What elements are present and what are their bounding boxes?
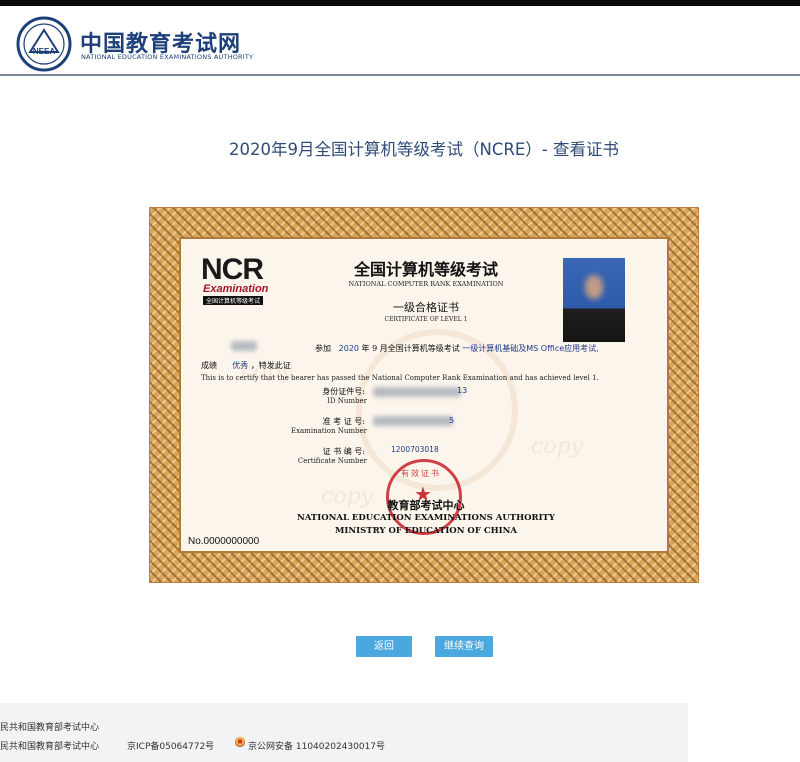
watermark-text: copy <box>531 434 584 459</box>
continue-query-button[interactable]: 继续查询 <box>435 636 493 657</box>
name-redacted <box>231 341 257 351</box>
line2-suffix: ，特发此证 <box>250 361 291 370</box>
certificate-number-label-cn: 证 书 编 号: <box>322 447 365 456</box>
exam-year: 2020 <box>338 344 359 353</box>
footer-copyright-2: 民共和国教育部考试中心 <box>0 742 100 752</box>
footer-police-link[interactable]: 京公网安备 11040202430017号 <box>248 739 385 752</box>
certificate-line-3-en: This is to certify that the bearer has p… <box>201 374 599 382</box>
page-title: 2020年9月全国计算机等级考试（NCRE）- 查看证书 <box>229 140 619 159</box>
exam-number-redacted <box>373 416 453 426</box>
certificate-frame: copy copy copy NCR Examination 全国计算机等级考试… <box>150 208 698 582</box>
line2-prefix: 成绩 <box>201 361 217 370</box>
footer-icp-link[interactable]: 京ICP备05064772号 <box>127 739 214 752</box>
site-footer <box>0 703 688 762</box>
police-badge-icon <box>235 737 245 747</box>
photo-face-blurred <box>585 275 603 299</box>
certificate-line-2: 成绩 优秀 ，特发此证 <box>201 360 291 371</box>
back-button[interactable]: 返回 <box>356 636 412 657</box>
header-divider <box>0 74 800 76</box>
line1-prefix: 参加 <box>315 344 331 353</box>
exam-number-tail: 5 <box>449 416 455 425</box>
exam-number-label-en: Examination Number <box>290 427 367 435</box>
exam-number-label-cn: 准 考 证 号: <box>322 417 365 426</box>
authority-en-2: MINISTRY OF EDUCATION OF CHINA <box>335 526 517 536</box>
certificate-serial-number: No.0000000000 <box>188 536 260 547</box>
id-number-redacted <box>373 387 461 397</box>
id-number-tail: 13 <box>457 386 468 395</box>
certificate-line-1: 参加 2020 年 9 月全国计算机等级考试 一级计算机基础及MS Office… <box>315 343 599 354</box>
id-label-en: ID Number <box>327 397 367 405</box>
footer-copyright-1: 民共和国教育部考试中心 <box>0 723 100 733</box>
certificate-number-label-en: Certificate Number <box>297 457 367 465</box>
id-label-cn: 身份证件号: <box>322 387 365 396</box>
authority-en-1: NATIONAL EDUCATION EXAMINATIONS AUTHORIT… <box>297 513 555 523</box>
line1-mid: 年 9 月全国计算机等级考试 <box>361 344 460 353</box>
site-header: NEEA 中国教育考试网 NATIONAL EDUCATION EXAMINAT… <box>0 6 800 76</box>
exam-grade: 优秀 <box>232 361 249 370</box>
certificate-number-value: 1200703018 <box>391 445 439 454</box>
authority-cn: 教育部考试中心 <box>387 499 465 512</box>
exam-subject: 一级计算机基础及MS Office应用考试, <box>462 344 599 353</box>
stamp-text: 有效证书 <box>401 469 441 478</box>
svg-text:NEEA: NEEA <box>33 47 55 56</box>
certificate-body: copy copy copy NCR Examination 全国计算机等级考试… <box>179 237 669 553</box>
neea-seal-icon[interactable]: NEEA <box>16 16 72 72</box>
site-logo-subtitle: NATIONAL EDUCATION EXAMINATIONS AUTHORIT… <box>81 53 254 61</box>
holder-photo <box>563 258 625 342</box>
